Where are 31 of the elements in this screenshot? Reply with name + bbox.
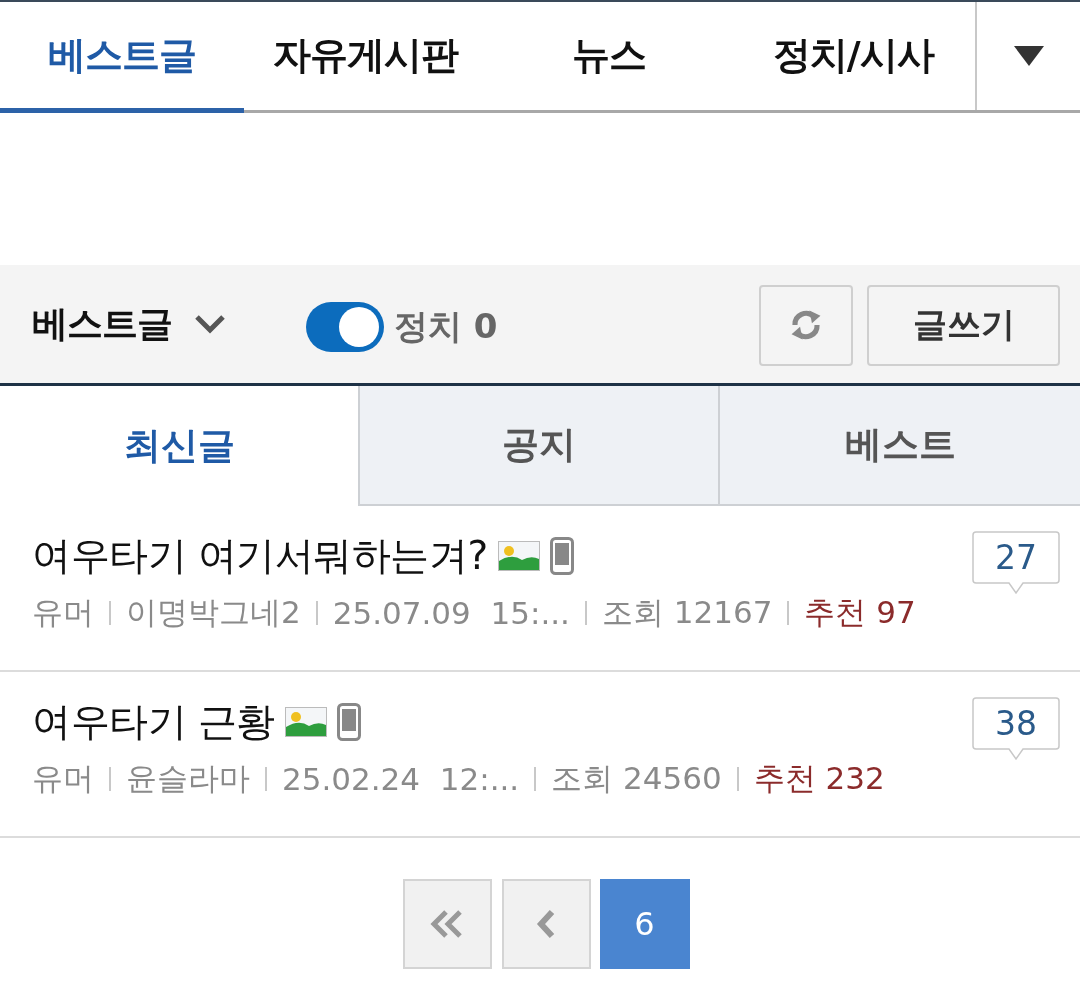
post-title[interactable]: 여우타기 근황 [32,695,275,749]
view-count: 조회 12167 [601,593,773,632]
nav-tab[interactable]: 정치/시사 [731,2,975,113]
page-number[interactable]: 6 [599,879,690,969]
view-count: 조회 24560 [551,759,722,798]
nav-tab[interactable]: 뉴스 [487,2,732,113]
recommend-count: 추천 232 [753,759,885,798]
write-button[interactable]: 글쓰기 [867,284,1060,366]
chevron-down-icon [194,314,226,334]
previous-page-button[interactable] [501,879,591,969]
recommend-count: 추천 97 [804,593,916,632]
chevron-left-icon [536,909,556,939]
nav-tab[interactable]: 베스트글 [0,2,244,113]
post-title[interactable]: 여우타기 여기서뭐하는겨? [32,529,488,583]
toggle-switch[interactable] [306,302,384,352]
caret-icon [1013,46,1044,66]
double-chevron-left-icon [429,909,465,939]
post-author: 윤슬라마 [126,759,250,798]
board-select[interactable]: 베스트글 [32,299,226,349]
toggle-label: 정치 0 [394,305,498,348]
post-date: 25.07.09 15:... [332,595,570,631]
post-category: 유머 [32,759,94,798]
post-author: 이명박그네2 [126,593,301,632]
first-page-button[interactable] [402,879,492,969]
refresh-icon [789,308,823,342]
post-category: 유머 [32,593,94,632]
refresh-button[interactable] [759,284,853,366]
post-date: 25.02.24 12:... [282,761,520,797]
nav-tab[interactable]: 자유게시판 [243,2,488,113]
board-tab[interactable]: 베스트 [718,386,1080,506]
board-tab[interactable]: 공지 [358,386,718,506]
